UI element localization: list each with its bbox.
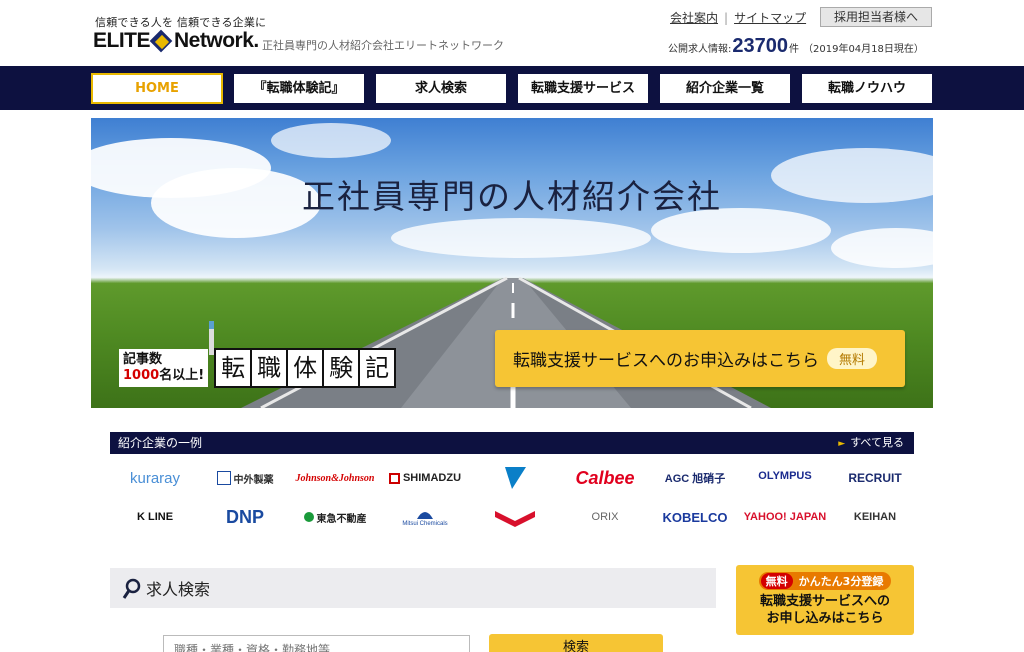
company-logo-kobelco[interactable]: KOBELCO — [650, 502, 740, 532]
nav-support-service[interactable]: 転職支援サービス — [517, 73, 649, 104]
side-register-button[interactable]: 無料 かんたん3分登録 転職支援サービスへの お申し込みはこちら — [736, 565, 914, 635]
company-logo-kuraray[interactable]: kuraray — [110, 463, 200, 493]
company-logo-kline[interactable]: K LINE — [110, 502, 200, 532]
hero-title: 正社員専門の人材紹介会社 — [302, 177, 722, 216]
site-logo[interactable]: ELITE Network. — [93, 29, 259, 53]
badge-char: 体 — [286, 348, 325, 388]
see-all-label: すべて見る — [850, 436, 904, 449]
company-logo-tokyu-text: 東急不動産 — [316, 513, 367, 525]
logo-tagline: 信頼できる人を 信頼できる企業に — [95, 16, 267, 29]
mitsui-icon — [417, 512, 433, 519]
link-separator: | — [724, 10, 729, 25]
badge-label: 記事数 1000名以上! — [119, 349, 209, 387]
see-all-link[interactable]: ► すべて見る — [838, 432, 904, 455]
free-pill: 無料 — [827, 348, 878, 369]
logo-text-left: ELITE — [93, 29, 151, 52]
company-logo-mitsui-text: Mitsui Chemicals — [402, 521, 448, 527]
company-logo-mitsubishi[interactable] — [470, 502, 560, 532]
recruiter-button[interactable]: 採用担当者様へ — [820, 7, 932, 27]
arrow-right-icon: ► — [838, 439, 846, 449]
daikin-icon — [505, 467, 526, 489]
stats-label: 公開求人情報: — [668, 44, 732, 55]
nav-job-search[interactable]: 求人検索 — [375, 73, 507, 104]
nav-knowhow[interactable]: 転職ノウハウ — [801, 73, 933, 104]
sitemap-link[interactable]: サイトマップ — [734, 9, 806, 26]
job-stats: 公開求人情報: 23700 件 （2019年04月18日現在） — [668, 35, 924, 58]
job-search-input[interactable] — [163, 635, 470, 652]
header: 信頼できる人を 信頼できる企業に ELITE Network. 正社員専門の人材… — [0, 0, 1024, 66]
company-logo-shimadzu-text: SHIMADZU — [402, 472, 462, 484]
service-apply-button[interactable]: 転職支援サービスへのお申込みはこちら 無料 — [495, 330, 905, 387]
free-badge: 無料 — [760, 573, 793, 589]
badge-number: 1000 — [123, 368, 160, 383]
badge-line1: 記事数 — [123, 352, 163, 367]
companies-heading: 紹介企業の一例 — [118, 436, 203, 450]
company-logo-recruit[interactable]: RECRUIT — [830, 463, 920, 493]
company-logo-tokyu[interactable]: 東急不動産 — [290, 502, 380, 532]
company-logo-calbee[interactable]: Calbee — [560, 463, 650, 493]
company-logo-chugai[interactable]: 中外製薬 — [200, 463, 290, 493]
search-icon — [122, 578, 142, 599]
logo-mark-icon — [149, 29, 173, 53]
companies-heading-bar: 紹介企業の一例 ► すべて見る — [110, 432, 914, 454]
nav-experience[interactable]: 『転職体験記』 — [233, 73, 365, 104]
company-logo-grid: kuraray 中外製薬 Johnson&Johnson SHIMADZU Ca… — [110, 460, 914, 540]
company-logo-agc[interactable]: AGC 旭硝子 — [650, 463, 740, 493]
nav-home[interactable]: HOME — [91, 73, 223, 104]
badge-char: 記 — [358, 348, 397, 388]
site-subtitle: 正社員専門の人材紹介会社エリートネットワーク — [262, 39, 504, 52]
badge-char: 転 — [214, 348, 253, 388]
badge-chars: 転 職 体 験 記 — [214, 348, 397, 388]
search-button[interactable]: 検索 — [489, 634, 663, 652]
job-search-heading: 求人検索 — [146, 580, 211, 599]
side-cta-line1: 転職支援サービスへの — [759, 594, 890, 609]
job-search-heading-bar: 求人検索 — [110, 568, 716, 608]
hero-banner: 正社員専門の人材紹介会社 記事数 1000名以上! 転 職 体 験 記 転職支援… — [91, 118, 933, 408]
side-cta-line2: お申し込みはこちら — [766, 611, 884, 626]
top-links: 会社案内 | サイトマップ — [670, 9, 806, 26]
main-nav: HOME 『転職体験記』 求人検索 転職支援サービス 紹介企業一覧 転職ノウハウ — [0, 66, 1024, 110]
company-logo-keihan[interactable]: KEIHAN — [830, 502, 920, 532]
company-logo-orix[interactable]: ORIX — [560, 502, 650, 532]
badge-char: 験 — [322, 348, 361, 388]
company-logo-mitsui[interactable]: Mitsui Chemicals — [380, 502, 470, 532]
logo-text-right: Network. — [174, 29, 259, 52]
quick-register-text: かんたん3分登録 — [798, 575, 884, 588]
stats-count: 23700 — [732, 35, 788, 57]
mitsubishi-icon — [495, 511, 535, 527]
stats-unit: 件 — [789, 44, 799, 55]
company-logo-shimadzu[interactable]: SHIMADZU — [380, 463, 470, 493]
quick-register-pill: 無料 かんたん3分登録 — [758, 572, 892, 590]
company-logo-dnp[interactable]: DNP — [200, 502, 290, 532]
nav-companies[interactable]: 紹介企業一覧 — [659, 73, 791, 104]
experience-badge[interactable]: 記事数 1000名以上! 転 職 体 験 記 — [119, 348, 397, 388]
service-apply-label: 転職支援サービスへのお申込みはこちら — [513, 351, 819, 371]
company-logo-daikin[interactable] — [470, 463, 560, 493]
stats-date: （2019年04月18日現在） — [803, 44, 924, 55]
company-logo-jnj[interactable]: Johnson&Johnson — [290, 463, 380, 493]
company-logo-olympus[interactable]: OLYMPUS — [740, 461, 830, 491]
company-info-link[interactable]: 会社案内 — [670, 9, 718, 26]
badge-line2: 名以上! — [159, 368, 205, 383]
badge-char: 職 — [250, 348, 289, 388]
company-logo-yahoo[interactable]: YAHOO! JAPAN — [740, 502, 830, 532]
company-logo-chugai-text: 中外製薬 — [233, 474, 274, 486]
